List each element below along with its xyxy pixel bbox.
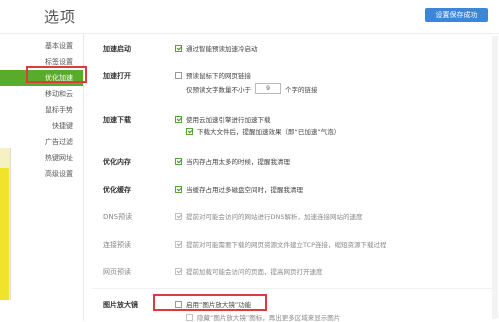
label-connect: 连接预读 (103, 241, 131, 249)
option-smart-preread[interactable]: 通过智能预读加速冷启动 (175, 43, 258, 53)
label-memory: 优化内存 (103, 158, 131, 166)
option-tcp-preconnect[interactable]: 提前对可能需要下载的网页资源文件建立TCP连接，缩短资源下载过程 (175, 239, 387, 249)
sidebar-item-mouse-gesture[interactable]: 鼠标手势 (0, 102, 83, 118)
checkbox-checked[interactable] (175, 157, 182, 165)
sidebar-item-basic[interactable]: 基本设置 (0, 38, 83, 54)
option-cache-reminder[interactable]: 当缓存占用过多磁盘空间时，提醒我清理 (175, 184, 303, 194)
option-cloud-download[interactable]: 使用云加速引擎进行加速下载 (175, 114, 271, 124)
checkbox-unchecked[interactable] (175, 71, 182, 79)
divider (92, 288, 492, 289)
link-length-input[interactable]: 9 (255, 83, 281, 94)
checkbox-checked[interactable] (175, 240, 182, 248)
top-bar: 选项 设置保存成功 (0, 0, 499, 34)
highlight-box-magnifier (153, 294, 267, 311)
page-title: 选项 (44, 8, 77, 26)
checkbox-checked[interactable] (175, 212, 182, 220)
save-settings-button[interactable]: 设置保存成功 (425, 8, 488, 22)
scrollbar[interactable] (492, 36, 498, 319)
option-download-reminder[interactable]: 下载大文件后，提醒加速效果（即“已加速”气泡） (186, 126, 340, 136)
background-window-edge (0, 148, 11, 300)
checkbox-checked[interactable] (175, 44, 182, 52)
sidebar-item-advanced[interactable]: 高级设置 (0, 166, 83, 182)
label-download: 加速下载 (103, 116, 131, 124)
highlight-box-sidebar (26, 66, 87, 83)
checkbox-unchecked[interactable] (186, 313, 193, 321)
sidebar-item-hotkey-urls[interactable]: 热键网址 (0, 150, 83, 166)
label-open: 加速打开 (103, 72, 131, 80)
checkbox-checked[interactable] (175, 267, 182, 275)
sidebar-item-mobile-cloud[interactable]: 移动和云 (0, 86, 83, 102)
checkbox-checked[interactable] (175, 185, 182, 193)
options-page: 选项 设置保存成功 基本设置 标签设置 优化加速 移动和云 鼠标手势 快捷键 广… (0, 0, 499, 322)
checkbox-checked[interactable] (175, 115, 182, 123)
label-dns: DNS预读 (103, 213, 133, 221)
option-dns-preresolve[interactable]: 提前对可能会访问的网站进行DNS解析，加速连接网站的速度 (175, 211, 363, 221)
label-page: 网页预读 (103, 268, 131, 276)
option-preread-links[interactable]: 预读鼠标下的网页链接 (175, 70, 251, 80)
label-magnifier: 图片放大镜 (103, 301, 138, 309)
label-cache: 优化缓存 (103, 186, 131, 194)
checkbox-checked[interactable] (186, 127, 193, 135)
option-page-prerender[interactable]: 提前加载可能会访问的页面，提高网页打开速度 (175, 266, 323, 276)
sidebar-item-shortcuts[interactable]: 快捷键 (0, 118, 83, 134)
sidebar-item-adblock[interactable]: 广告过滤 (0, 134, 83, 150)
label-startup: 加速启动 (103, 45, 131, 53)
link-length-setting: 仅预读文字数量不小于 9 个字的链接 (186, 83, 318, 94)
option-memory-reminder[interactable]: 当内存占用太多的时候，提醒我清理 (175, 156, 290, 166)
